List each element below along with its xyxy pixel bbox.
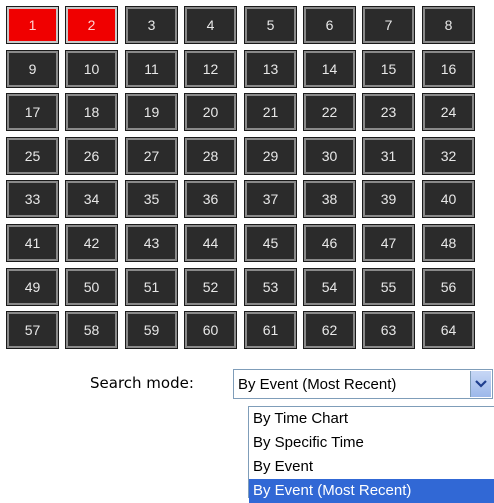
channel-button-25[interactable]: 25: [6, 137, 59, 175]
channel-button-19[interactable]: 19: [125, 93, 178, 131]
search-mode-dropdown: By Time Chart By Specific Time By Event By …: [248, 406, 494, 503]
channel-button-63[interactable]: 63: [362, 311, 415, 349]
channel-button-45[interactable]: 45: [244, 224, 297, 262]
channel-button-57[interactable]: 57: [6, 311, 59, 349]
channel-button-62[interactable]: 62: [303, 311, 356, 349]
channel-button-14[interactable]: 14: [303, 50, 356, 88]
channel-button-49[interactable]: 49: [6, 268, 59, 306]
channel-button-52[interactable]: 52: [184, 268, 237, 306]
search-mode-value: By Event (Most Recent): [238, 376, 397, 393]
channel-grid: 1 2 3 4 5 6 7 8 9 10 11 12 13 14 15 16 17 18 19 20 21 22 23 24 2…: [6, 6, 491, 352]
channel-button-31[interactable]: 31: [362, 137, 415, 175]
channel-button-51[interactable]: 51: [125, 268, 178, 306]
channel-button-38[interactable]: 38: [303, 180, 356, 218]
search-mode-option[interactable]: By Event (Most Recent): [249, 479, 494, 503]
channel-button-22[interactable]: 22: [303, 93, 356, 131]
channel-button-56[interactable]: 56: [422, 268, 475, 306]
channel-button-55[interactable]: 55: [362, 268, 415, 306]
search-mode-select[interactable]: By Event (Most Recent): [233, 369, 493, 399]
channel-button-1[interactable]: 1: [6, 6, 59, 44]
channel-button-60[interactable]: 60: [184, 311, 237, 349]
channel-button-54[interactable]: 54: [303, 268, 356, 306]
channel-button-2[interactable]: 2: [65, 6, 118, 44]
channel-button-42[interactable]: 42: [65, 224, 118, 262]
channel-button-26[interactable]: 26: [65, 137, 118, 175]
channel-button-9[interactable]: 9: [6, 50, 59, 88]
channel-button-7[interactable]: 7: [362, 6, 415, 44]
channel-button-24[interactable]: 24: [422, 93, 475, 131]
channel-button-48[interactable]: 48: [422, 224, 475, 262]
channel-button-10[interactable]: 10: [65, 50, 118, 88]
channel-button-32[interactable]: 32: [422, 137, 475, 175]
channel-button-3[interactable]: 3: [125, 6, 178, 44]
channel-button-64[interactable]: 64: [422, 311, 475, 349]
channel-button-33[interactable]: 33: [6, 180, 59, 218]
channel-button-28[interactable]: 28: [184, 137, 237, 175]
search-mode-label: Search mode:: [90, 374, 194, 392]
channel-button-18[interactable]: 18: [65, 93, 118, 131]
channel-button-46[interactable]: 46: [303, 224, 356, 262]
chevron-down-icon[interactable]: [470, 371, 491, 397]
channel-button-30[interactable]: 30: [303, 137, 356, 175]
channel-button-4[interactable]: 4: [184, 6, 237, 44]
channel-button-59[interactable]: 59: [125, 311, 178, 349]
search-mode-option[interactable]: By Event: [249, 455, 494, 479]
channel-button-27[interactable]: 27: [125, 137, 178, 175]
channel-button-53[interactable]: 53: [244, 268, 297, 306]
channel-button-44[interactable]: 44: [184, 224, 237, 262]
channel-button-21[interactable]: 21: [244, 93, 297, 131]
search-mode-option[interactable]: By Time Chart: [249, 407, 494, 431]
channel-button-37[interactable]: 37: [244, 180, 297, 218]
channel-button-43[interactable]: 43: [125, 224, 178, 262]
channel-button-34[interactable]: 34: [65, 180, 118, 218]
channel-button-39[interactable]: 39: [362, 180, 415, 218]
channel-button-13[interactable]: 13: [244, 50, 297, 88]
channel-button-6[interactable]: 6: [303, 6, 356, 44]
channel-button-5[interactable]: 5: [244, 6, 297, 44]
channel-button-29[interactable]: 29: [244, 137, 297, 175]
channel-button-15[interactable]: 15: [362, 50, 415, 88]
channel-button-8[interactable]: 8: [422, 6, 475, 44]
search-mode-option[interactable]: By Specific Time: [249, 431, 494, 455]
channel-button-16[interactable]: 16: [422, 50, 475, 88]
channel-button-35[interactable]: 35: [125, 180, 178, 218]
channel-button-36[interactable]: 36: [184, 180, 237, 218]
channel-button-20[interactable]: 20: [184, 93, 237, 131]
channel-button-58[interactable]: 58: [65, 311, 118, 349]
channel-button-41[interactable]: 41: [6, 224, 59, 262]
channel-button-11[interactable]: 11: [125, 50, 178, 88]
channel-button-61[interactable]: 61: [244, 311, 297, 349]
channel-button-50[interactable]: 50: [65, 268, 118, 306]
channel-button-12[interactable]: 12: [184, 50, 237, 88]
channel-button-23[interactable]: 23: [362, 93, 415, 131]
channel-button-17[interactable]: 17: [6, 93, 59, 131]
channel-button-47[interactable]: 47: [362, 224, 415, 262]
channel-button-40[interactable]: 40: [422, 180, 475, 218]
